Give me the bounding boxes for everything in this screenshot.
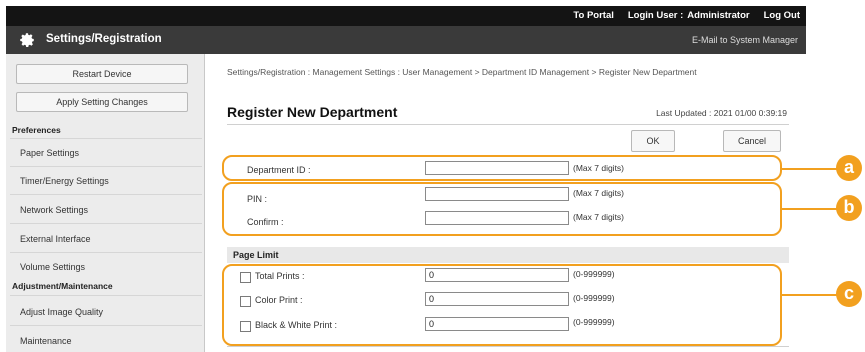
divider [10,325,202,326]
sidebar-item-external-interface[interactable]: External Interface [20,234,200,244]
page-limit-heading: Page Limit [227,247,789,263]
sidebar-item-network-settings[interactable]: Network Settings [20,205,200,215]
divider [227,346,789,347]
to-portal-link[interactable]: To Portal [573,10,613,21]
divider [10,295,202,296]
callout-box-a [222,155,782,181]
sidebar-item-volume-settings[interactable]: Volume Settings [20,262,200,272]
adjustment-maintenance-heading: Adjustment/Maintenance [12,281,113,291]
apply-setting-changes-button[interactable]: Apply Setting Changes [16,92,188,112]
breadcrumb: Settings/Registration : Management Setti… [227,67,697,77]
callout-badge-a: a [836,155,862,181]
divider [10,166,202,167]
title-bar: Settings/Registration E-Mail to System M… [6,26,806,54]
app-title: Settings/Registration [46,33,162,45]
callout-box-c [222,264,782,346]
callout-box-b [222,182,782,236]
divider [227,124,789,125]
page-title: Register New Department [227,104,398,120]
sidebar-item-maintenance[interactable]: Maintenance [20,336,200,346]
callout-leader-c [782,294,838,296]
login-user-label: Login User : [627,10,684,21]
callout-leader-b [782,208,838,210]
callout-badge-b: b [836,195,862,221]
divider [10,252,202,253]
ok-button[interactable]: OK [631,130,675,152]
divider [10,194,202,195]
login-user-name: Administrator [687,10,750,21]
gear-icon [20,33,35,47]
last-updated: Last Updated : 2021 01/00 0:39:19 [656,108,787,118]
sidebar-item-timer-energy[interactable]: Timer/Energy Settings [20,176,200,186]
callout-badge-c: c [836,281,862,307]
sidebar: Restart Device Apply Setting Changes Pre… [6,54,205,352]
callout-leader-a [782,168,838,170]
screenshot-frame: To Portal Login User : Administrator Log… [0,0,865,352]
top-bar: To Portal Login User : Administrator Log… [6,6,806,26]
logout-link[interactable]: Log Out [764,10,800,21]
restart-device-button[interactable]: Restart Device [16,64,188,84]
sidebar-item-adjust-image-quality[interactable]: Adjust Image Quality [20,307,200,317]
sidebar-item-paper-settings[interactable]: Paper Settings [20,148,200,158]
divider [10,223,202,224]
divider [10,138,202,139]
cancel-button[interactable]: Cancel [723,130,781,152]
email-system-manager-link[interactable]: E-Mail to System Manager [692,35,798,45]
preferences-heading: Preferences [12,125,61,135]
